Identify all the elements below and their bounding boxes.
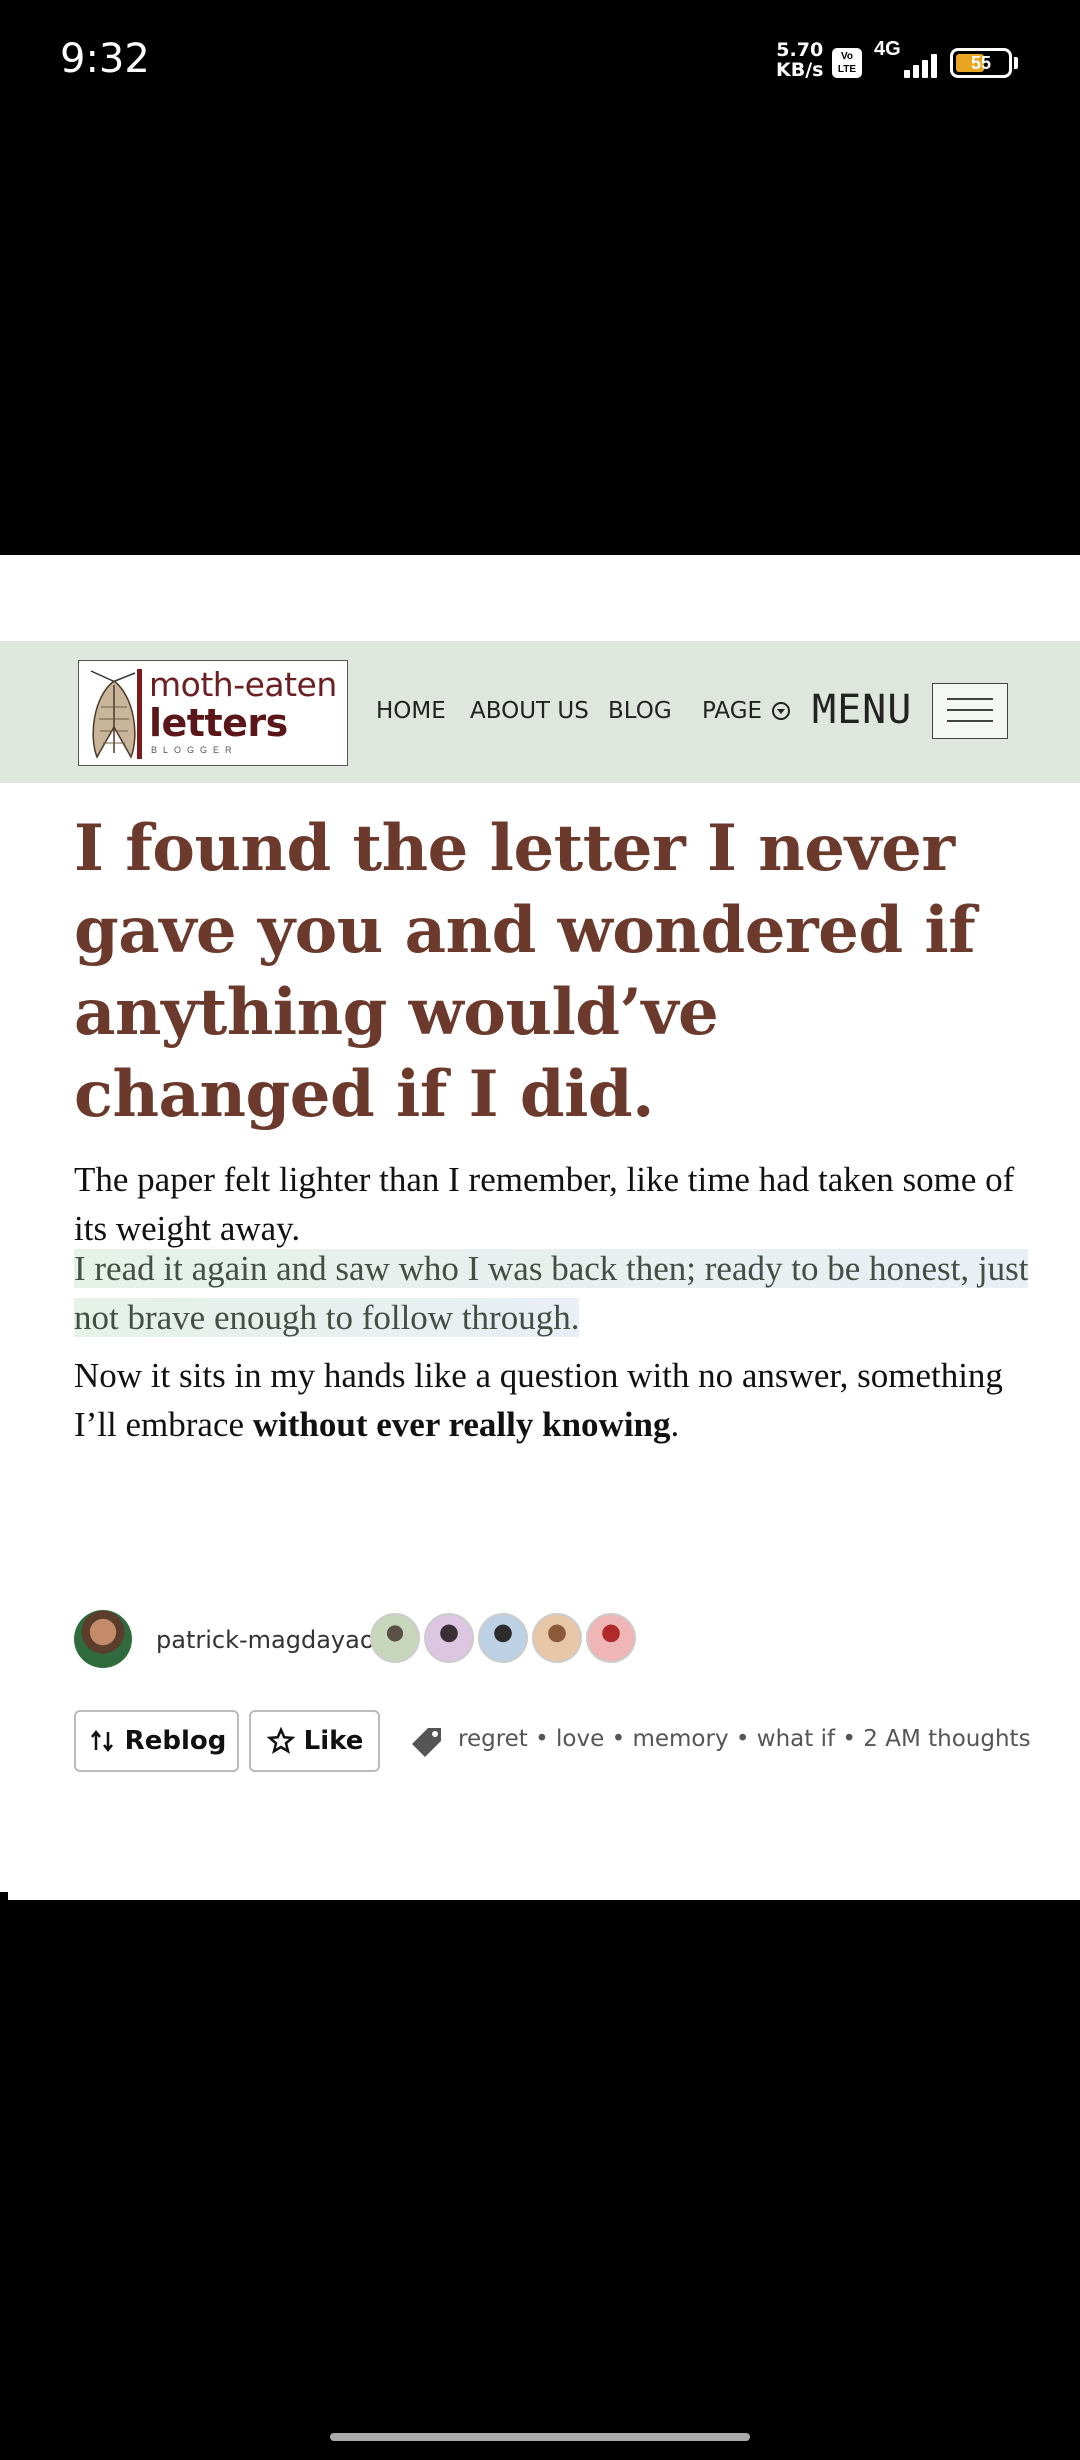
reactor-avatar[interactable] [424,1613,474,1663]
author-name[interactable]: patrick-magdayao [156,1626,375,1654]
hamburger-line [947,720,993,722]
reactor-avatar[interactable] [532,1613,582,1663]
tag-separator: • [527,1726,557,1752]
star-icon [266,1726,295,1754]
battery-level: 55 [970,53,992,73]
page-corner [0,1892,8,1900]
chevron-down-circle-icon [772,702,791,720]
nav-about-us[interactable]: ABOUT US [470,698,589,724]
site-logo[interactable]: moth-eaten letters BLOGGER [78,660,348,766]
tag-link[interactable]: love [556,1726,604,1752]
tag-link[interactable]: memory [632,1726,728,1752]
tag-separator: • [835,1726,864,1752]
nav-page-label: PAGE [702,698,763,724]
tag-separator: • [728,1726,757,1752]
home-indicator[interactable] [330,2433,750,2441]
volte-icon: Vo LTE [832,48,862,78]
author-row: patrick-magdayao [74,1610,974,1672]
site-header: moth-eaten letters BLOGGER HOME ABOUT US… [0,641,1080,783]
reblog-icon [90,1729,113,1753]
tag-link[interactable]: 2 AM thoughts [863,1726,1030,1752]
network-speed-unit: KB/s [776,59,824,81]
post-title: I found the letter I never gave you and … [74,811,976,1132]
reactor-avatar[interactable] [586,1613,636,1663]
nav-home[interactable]: HOME [376,698,446,724]
status-bar: 9:32 5.70 KB/s Vo LTE 4G 55 [0,0,1080,130]
post-paragraph-1: The paper felt lighter than I remember, … [74,1160,1015,1248]
reactor-avatar[interactable] [478,1613,528,1663]
nav-page-dropdown[interactable]: PAGE [702,698,791,724]
network-speed: 5.70 KB/s [776,40,823,80]
hamburger-line [947,698,993,700]
tag-list: regret • love • memory • what if • 2 AM … [458,1726,1031,1752]
logo-text-main: letters [149,701,288,745]
hamburger-menu-button[interactable] [932,683,1008,739]
post-paragraph-2: I read it again and saw who I was back t… [74,1244,1034,1342]
tag-icon [412,1728,441,1757]
status-time: 9:32 [60,36,150,82]
reblog-label: Reblog [124,1726,227,1756]
like-button[interactable]: Like [249,1710,380,1772]
highlighted-text: I read it again and saw who I was back t… [74,1249,1029,1337]
like-label: Like [303,1726,364,1756]
logo-text-top: moth-eaten [149,665,337,704]
tag-separator: • [604,1726,633,1752]
paragraph-3-bold: without ever really knowing [252,1405,671,1444]
battery-tip [1014,57,1018,69]
reblog-button[interactable]: Reblog [74,1710,239,1772]
nav-blog[interactable]: BLOG [608,698,672,724]
moth-logo-icon [90,670,136,759]
blog-page: moth-eaten letters BLOGGER HOME ABOUT US… [0,555,1080,1900]
volte-line1: Vo [840,51,854,62]
author-avatar[interactable] [74,1610,132,1668]
battery-icon: 55 [950,48,1012,78]
logo-text-sub: BLOGGER [151,745,238,755]
tag-link[interactable]: regret [458,1726,528,1752]
hamburger-line [947,709,993,711]
signal-strength-icon [882,52,940,78]
volte-line2: LTE [837,64,857,75]
network-speed-value: 5.70 [776,39,824,61]
post-paragraph-3: Now it sits in my hands like a question … [74,1351,1034,1449]
menu-label[interactable]: MENU [812,687,912,733]
tag-link[interactable]: what if [757,1726,835,1752]
logo-accent-bar [137,669,142,759]
paragraph-3-end: . [670,1405,680,1444]
reactor-avatar[interactable] [370,1613,420,1663]
